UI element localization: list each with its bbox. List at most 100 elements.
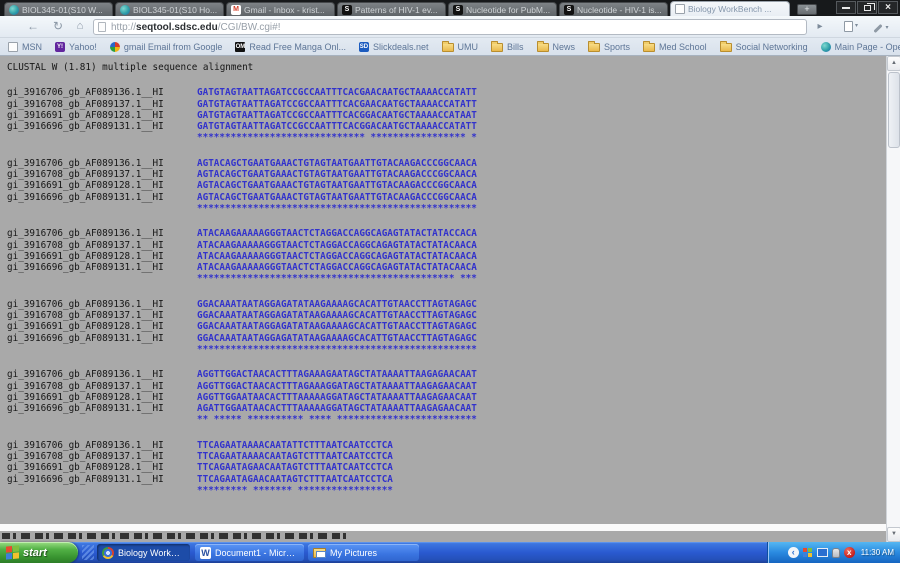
alignment-row: gi_3916696_gb_AF089131.1__HITTCAGAATAGAA… — [7, 474, 886, 485]
bookmark-openwetware[interactable]: Main Page - OpenWet... — [821, 42, 900, 52]
screen: BIOL345-01(S10 W... BIOL345-01(S10 Ho...… — [0, 0, 900, 563]
conservation-row: ****************************************… — [7, 273, 886, 284]
taskbar-button-my-pictures[interactable]: My Pictures — [308, 544, 419, 561]
tab-label: Nucleotide - HIV-1 is... — [577, 5, 662, 15]
conservation-line: ** ***** ********** **** ***************… — [197, 414, 477, 425]
wrench-menu-button[interactable]: ▾ — [868, 19, 894, 35]
conservation-line: ********* ******* ***************** — [197, 485, 393, 496]
sequence-name: gi_3916691_gb_AF089128.1__HI — [7, 462, 197, 473]
bookmark-folder-sports[interactable]: Sports — [588, 41, 630, 52]
bookmark-folder-med-school[interactable]: Med School — [643, 41, 707, 52]
page-menu-button[interactable]: ▾ — [838, 19, 864, 35]
start-button[interactable]: start — [0, 542, 78, 563]
back-button[interactable]: ← — [22, 19, 44, 35]
tab-biol-course-1[interactable]: BIOL345-01(S10 W... — [4, 2, 113, 16]
page-menu-icon — [844, 21, 853, 32]
sequence-bases: TTCAGAATAAAACAATAGTCTTTAATCAATCCTCA — [197, 451, 393, 462]
bookmark-yahoo[interactable]: Y!Yahoo! — [55, 42, 97, 52]
tab-gmail[interactable]: M Gmail - Inbox - krist... — [226, 2, 335, 16]
sequence-bases: AGGTTGGACTAACACTTTAGAAAGAATAGCTATAAAATTA… — [197, 369, 477, 380]
messenger-tray-icon[interactable] — [803, 548, 813, 558]
sequence-bases: ATACAAGAAAAAGGGTAACTCTAGGACCAGGCAGAGTATA… — [197, 262, 477, 273]
url-text: http://seqtool.sdsc.edu/CGI/BW.cgi#! — [111, 22, 281, 33]
folder-icon — [720, 43, 732, 52]
clustal-alignment-output: CLUSTAL W (1.81) multiple sequence align… — [0, 56, 886, 524]
tray-chevron-icon[interactable]: ‹ — [788, 547, 799, 558]
windows-logo-icon — [6, 545, 19, 559]
bookmark-folder-bills[interactable]: Bills — [491, 41, 524, 52]
bookmark-gmail[interactable]: gmail Email from Google — [110, 42, 223, 52]
home-button[interactable]: ⌂ — [70, 19, 90, 35]
sequence-name: gi_3916708_gb_AF089137.1__HI — [7, 310, 197, 321]
sequence-bases: AGTACAGCTGAATGAAACTGTAGTAATGAATTGTACAAGA… — [197, 169, 477, 180]
sequence-bases: GGACAAATAATAGGAGATATAAGAAAAGCACATTGTAACC… — [197, 333, 477, 344]
tab-biology-workbench-active[interactable]: Biology WorkBench ... — [670, 1, 790, 16]
sequence-name: gi_3916691_gb_AF089128.1__HI — [7, 110, 197, 121]
folder-icon — [442, 43, 454, 52]
taskbar-button-word-document[interactable]: W Document1 - Microsof... — [195, 544, 304, 561]
taskbar-button-biology-workbench[interactable]: Biology WorkBench 3.... — [97, 544, 190, 561]
tab-label: BIOL345-01(S10 W... — [22, 5, 103, 15]
alignment-row: gi_3916706_gb_AF089136.1__HIAGGTTGGACTAA… — [7, 369, 886, 380]
bookmark-folder-news[interactable]: News — [537, 41, 576, 52]
security-alert-icon[interactable]: x — [844, 547, 855, 558]
tab-nucleotide-hiv[interactable]: S Nucleotide - HIV-1 is... — [559, 2, 668, 16]
sequence-bases: TTCAGAATAGAACAATAGTCTTTAATCAATCCTCA — [197, 474, 393, 485]
sequence-bases: GATGTAGTAATTAGATCCGCCAATTTCACGGACAATGCTA… — [197, 121, 477, 132]
gmail-favicon-icon: M — [231, 5, 241, 15]
tab-nucleotide-pubmed[interactable]: S Nucleotide for PubM... — [448, 2, 557, 16]
conservation-row: ** ***** ********** **** ***************… — [7, 414, 886, 425]
alignment-row: gi_3916691_gb_AF089128.1__HITTCAGAATAGAA… — [7, 462, 886, 473]
restore-icon — [864, 5, 871, 11]
openwetware-icon — [821, 42, 831, 52]
ncbi-favicon-icon: S — [342, 5, 352, 15]
sequence-name: gi_3916706_gb_AF089136.1__HI — [7, 158, 197, 169]
address-bar-input[interactable]: http://seqtool.sdsc.edu/CGI/BW.cgi#! — [93, 19, 807, 35]
bookmark-msn[interactable]: MSN — [8, 42, 42, 52]
tab-biol-course-2[interactable]: BIOL345-01(S10 Ho... — [115, 2, 224, 16]
conservation-line: ****************************************… — [197, 203, 477, 214]
alignment-row: gi_3916696_gb_AF089131.1__HIAGTACAGCTGAA… — [7, 192, 886, 203]
reload-button[interactable]: ↻ — [48, 19, 68, 35]
word-icon: W — [200, 547, 211, 559]
bookmark-onemanga[interactable]: OMRead Free Manga Onl... — [235, 42, 346, 52]
window-restore-button[interactable] — [857, 1, 877, 14]
alignment-row: gi_3916691_gb_AF089128.1__HIAGGTTGGAATAA… — [7, 392, 886, 403]
bookmark-folder-umu[interactable]: UMU — [442, 41, 479, 52]
alignment-block: gi_3916706_gb_AF089136.1__HIAGTACAGCTGAA… — [7, 158, 886, 214]
new-tab-button[interactable]: + — [797, 4, 817, 15]
sequence-bases: ATACAAGAAAAAGGGTAACTCTAGGACCAGGCAGAGTATA… — [197, 228, 477, 239]
alignment-blocks: gi_3916706_gb_AF089136.1__HI GATGTAGTAATT… — [7, 87, 886, 496]
sequence-bases: TTCAGAATAGAACAATAGTCTTTAATCAATCCTCA — [197, 462, 393, 473]
device-tray-icon[interactable] — [832, 548, 840, 558]
go-button[interactable]: ▸ — [812, 19, 828, 35]
tab-patterns-hiv[interactable]: S Patterns of HIV-1 ev... — [337, 2, 446, 16]
scroll-up-button[interactable]: ▲ — [887, 56, 900, 71]
display-tray-icon[interactable] — [817, 548, 828, 557]
page-favicon-icon — [675, 4, 685, 14]
bookmark-slickdeals[interactable]: SDSlickdeals.net — [359, 42, 429, 52]
ncbi-favicon-icon: S — [453, 5, 463, 15]
sequence-bases: GGACAAATAATAGGAGATATAAGAAAAGCACATTGTAACC… — [197, 310, 477, 321]
chevron-down-icon: ▾ — [885, 21, 888, 36]
bookmark-folder-social-networking[interactable]: Social Networking — [720, 41, 808, 52]
alignment-row: gi_3916706_gb_AF089136.1__HITTCAGAATAAAA… — [7, 440, 886, 451]
window-minimize-button[interactable] — [836, 1, 856, 14]
alignment-row: gi_3916706_gb_AF089136.1__HIGATGTAGTAATT… — [7, 87, 886, 98]
system-tray: ‹ x 11:30 AM — [767, 542, 900, 563]
sequence-name: gi_3916708_gb_AF089137.1__HI — [7, 381, 197, 392]
vertical-scrollbar[interactable]: ▲ ▼ — [886, 56, 900, 542]
minimize-icon — [842, 7, 850, 9]
window-close-button[interactable]: × — [878, 1, 898, 14]
scrollbar-thumb[interactable] — [888, 72, 900, 148]
alignment-row: gi_3916706_gb_AF089136.1__HIGGACAAATAATA… — [7, 299, 886, 310]
folder-icon — [643, 43, 655, 52]
alignment-row: gi_3916708_gb_AF089137.1__HIGGACAAATAATA… — [7, 310, 886, 321]
scroll-down-button[interactable]: ▼ — [887, 527, 900, 542]
onemanga-icon: OM — [235, 42, 245, 52]
url-path: /CGI/BW.cgi#! — [218, 22, 281, 33]
alignment-block: gi_3916706_gb_AF089136.1__HIGGACAAATAATA… — [7, 299, 886, 355]
folder-icon — [537, 43, 549, 52]
sequence-name: gi_3916706_gb_AF089136.1__HI — [7, 299, 197, 310]
alignment-row: gi_3916696_gb_AF089131.1__HIGGACAAATAATA… — [7, 333, 886, 344]
